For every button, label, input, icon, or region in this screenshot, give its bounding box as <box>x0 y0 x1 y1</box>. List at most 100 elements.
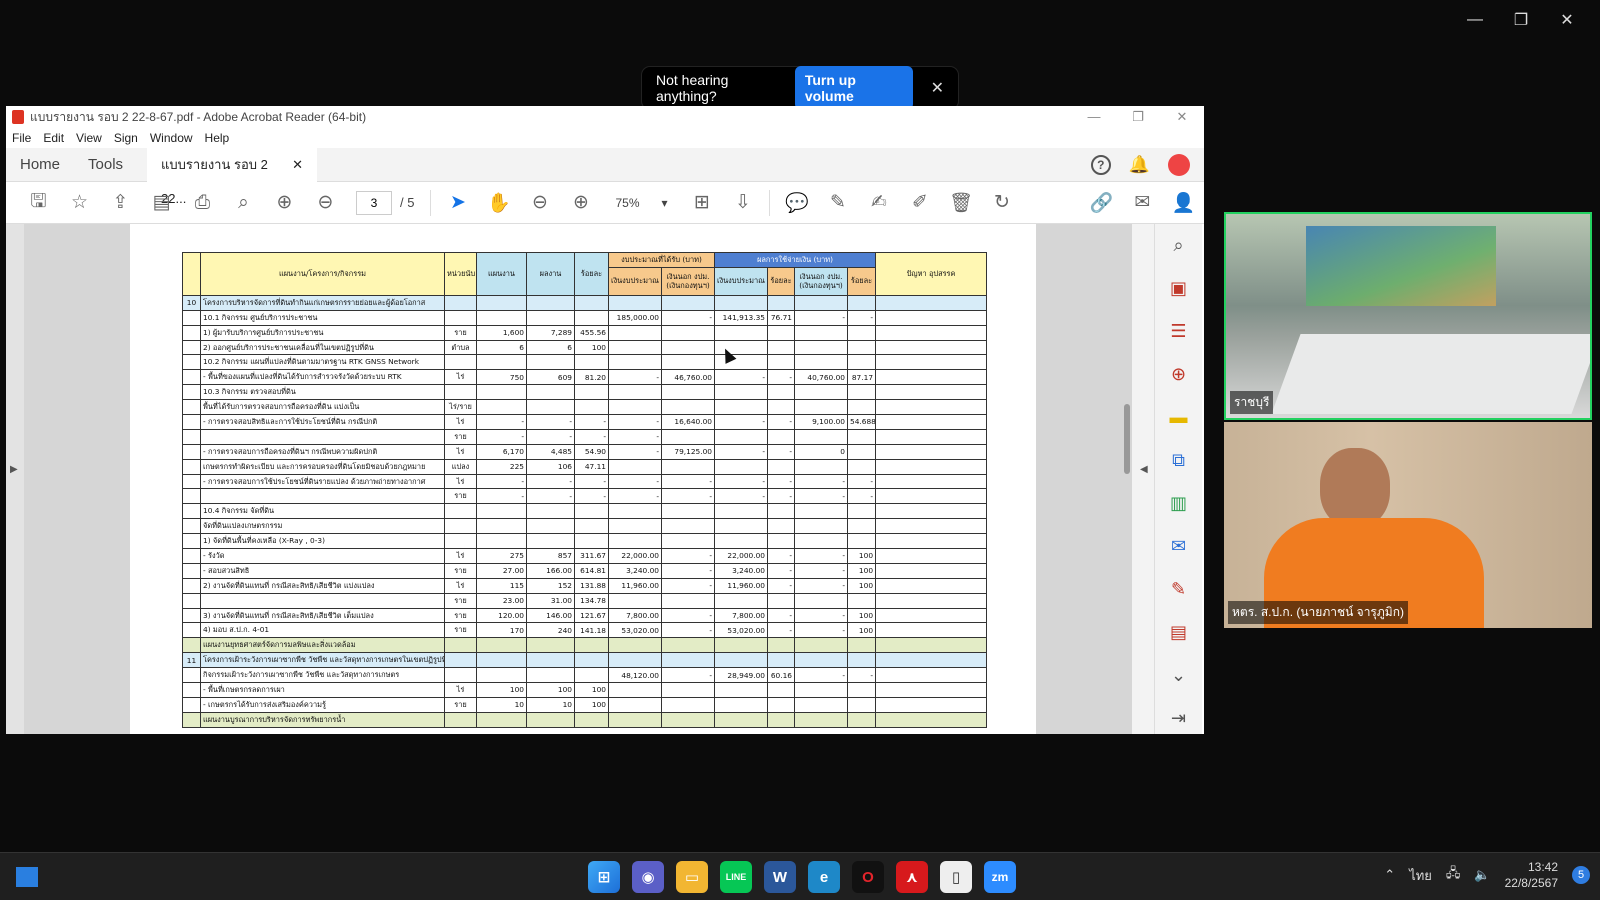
menu-file[interactable]: File <box>12 131 31 145</box>
zoom-search-icon[interactable]: ⌕ <box>1173 232 1183 258</box>
previous-page-icon[interactable]: ⊕ <box>264 188 305 218</box>
select-cursor-icon[interactable]: ➤ <box>437 188 478 218</box>
network-icon[interactable]: 🖧 <box>1446 864 1461 886</box>
table-cell-no <box>182 696 201 713</box>
comment-rail-icon[interactable]: ▬ <box>1170 404 1188 430</box>
zoom-select[interactable]: 75% ▾ <box>609 191 673 215</box>
windows-start-icon[interactable]: ⊞ <box>588 861 620 893</box>
tab-close-icon[interactable]: ✕ <box>292 148 303 182</box>
organize-pages-icon[interactable]: ☰ <box>1170 318 1186 344</box>
edge-icon[interactable]: e <box>808 861 840 893</box>
page-number-input[interactable]: 3 <box>356 190 392 215</box>
help-icon[interactable]: ? <box>1090 154 1111 175</box>
video-tile-bottom[interactable]: หตร. ส.ป.ก. (นายภาชน์ จารุภูมิก) <box>1224 422 1592 628</box>
clock[interactable]: 13:42 22/8/2567 <box>1505 859 1558 891</box>
restore-button[interactable]: ❐ <box>1498 8 1544 32</box>
upload-cloud-icon[interactable]: ⇪ <box>100 188 141 218</box>
exit-tools-icon[interactable]: ⇥ <box>1171 705 1186 731</box>
create-pdf-icon[interactable]: ▤ <box>141 188 182 218</box>
compress-icon[interactable]: ▥ <box>1170 490 1187 516</box>
table-cell-no: 10 <box>182 294 201 311</box>
table-cell-sp2 <box>846 339 877 356</box>
table-cell-unit: ราย <box>444 696 477 713</box>
minimize-button[interactable]: — <box>1452 8 1498 32</box>
word-icon[interactable]: W <box>764 861 796 893</box>
line-app-icon[interactable]: LINE <box>720 861 752 893</box>
comment-icon[interactable]: 💬 <box>776 188 817 218</box>
chat-icon[interactable]: ◉ <box>632 861 664 893</box>
bookmark-star-icon[interactable]: ☆ <box>59 188 100 218</box>
tab-home[interactable]: Home <box>6 148 74 182</box>
combine-files-icon[interactable]: ⧉ <box>1172 447 1185 473</box>
table-cell-sp: 76.71 <box>767 309 795 326</box>
table-cell-sp <box>767 458 795 475</box>
vertical-scrollbar[interactable] <box>1124 404 1130 474</box>
zoom-in-icon[interactable]: ⊕ <box>560 188 601 218</box>
link-icon[interactable]: 🔗 <box>1081 188 1122 218</box>
acrobat-minimize-button[interactable]: — <box>1072 109 1116 125</box>
turn-up-volume-button[interactable]: Turn up volume <box>794 66 913 110</box>
email-icon[interactable]: ✉ <box>1122 188 1163 218</box>
menu-sign[interactable]: Sign <box>114 131 138 145</box>
acrobat-taskbar-icon[interactable]: ⋏ <box>896 861 928 893</box>
menu-view[interactable]: View <box>76 131 102 145</box>
zoom-app-icon[interactable]: zm <box>984 861 1016 893</box>
table-cell-no <box>182 503 201 520</box>
table-cell-result: 240 <box>526 622 575 639</box>
menu-help[interactable]: Help <box>205 131 230 145</box>
video-tile-top[interactable]: ราชบุรี <box>1224 212 1592 420</box>
share-user-icon[interactable]: 👤 <box>1163 188 1204 218</box>
report-table: แผนงาน/โครงการ/กิจกรรม หน่วยนับ แผนงาน ผ… <box>182 252 988 728</box>
rotate-icon[interactable]: ↻ <box>981 188 1022 218</box>
avatar[interactable] <box>1168 153 1190 176</box>
file-icon[interactable]: ▯ <box>940 861 972 893</box>
menu-edit[interactable]: Edit <box>43 131 64 145</box>
scroll-mode-icon[interactable]: ⇩ <box>722 188 763 218</box>
sign-icon[interactable]: ✍ <box>858 188 899 218</box>
close-button[interactable]: ✕ <box>1544 8 1590 32</box>
search-icon[interactable]: ⌕ <box>223 188 264 218</box>
tab-document[interactable]: แบบรายงาน รอบ 2 22... ✕ <box>147 147 318 206</box>
request-signature-icon[interactable]: ✉ <box>1171 533 1186 559</box>
table-cell-no <box>182 562 201 579</box>
delete-icon[interactable]: 🗑 <box>940 188 981 218</box>
more-tools-icon[interactable]: ⌄ <box>1171 662 1186 688</box>
table-cell-issues <box>875 443 988 460</box>
widgets-icon[interactable] <box>16 867 38 887</box>
table-cell-pct: 81.20 <box>574 369 609 386</box>
opera-icon[interactable]: O <box>852 861 884 893</box>
highlight-pen-icon[interactable]: ✎ <box>817 188 858 218</box>
notification-badge[interactable]: 5 <box>1572 866 1590 884</box>
export-pdf-icon[interactable]: ▣ <box>1170 275 1187 301</box>
hand-tool-icon[interactable]: ✋ <box>478 188 519 218</box>
pdf-viewport[interactable]: แผนงาน/โครงการ/กิจกรรม หน่วยนับ แผนงาน ผ… <box>24 224 1132 734</box>
save-icon[interactable]: 🖫 <box>18 188 59 218</box>
header-plan: แผนงาน/โครงการ/กิจกรรม <box>200 252 445 296</box>
acrobat-close-button[interactable]: ✕ <box>1160 109 1204 125</box>
table-cell-sg: 3,240.00 <box>714 562 768 579</box>
table-cell-target <box>476 309 527 326</box>
edit-icon[interactable]: ✐ <box>899 188 940 218</box>
left-panel-toggle[interactable]: ▶ <box>6 224 24 734</box>
next-page-icon[interactable]: ⊖ <box>305 188 346 218</box>
protect-icon[interactable]: ▤ <box>1170 619 1187 645</box>
print-icon[interactable]: ⎙ <box>182 188 223 218</box>
close-notification-icon[interactable]: ✕ <box>931 78 944 98</box>
fill-sign-icon[interactable]: ✎ <box>1171 576 1186 602</box>
file-explorer-icon[interactable]: ▭ <box>676 861 708 893</box>
header-budget-other: เงินนอก งปม. (เงินกองทุนฯ) <box>661 266 715 296</box>
page-fit-icon[interactable]: ⊞ <box>681 188 722 218</box>
speaker-icon[interactable]: 🔈 <box>1474 867 1490 883</box>
acrobat-restore-button[interactable]: ❐ <box>1116 109 1160 125</box>
table-row: 10.1 กิจกรรม ศูนย์บริการประชาชน 185,000.0… <box>182 309 988 326</box>
create-pdf-rail-icon[interactable]: ⊕ <box>1171 361 1186 387</box>
bell-icon[interactable]: 🔔 <box>1129 155 1150 175</box>
tab-tools[interactable]: Tools <box>74 148 137 182</box>
chevron-up-icon[interactable]: ⌃ <box>1384 867 1395 883</box>
language-indicator[interactable]: ไทย <box>1409 865 1432 886</box>
right-panel-toggle[interactable]: ◀ <box>1132 224 1154 734</box>
table-row: 1) ผู้มารับบริการศูนย์บริการประชาชน ราย 1,… <box>182 324 988 341</box>
zoom-out-icon[interactable]: ⊖ <box>519 188 560 218</box>
menu-window[interactable]: Window <box>150 131 193 145</box>
table-cell-so: - <box>794 488 848 505</box>
